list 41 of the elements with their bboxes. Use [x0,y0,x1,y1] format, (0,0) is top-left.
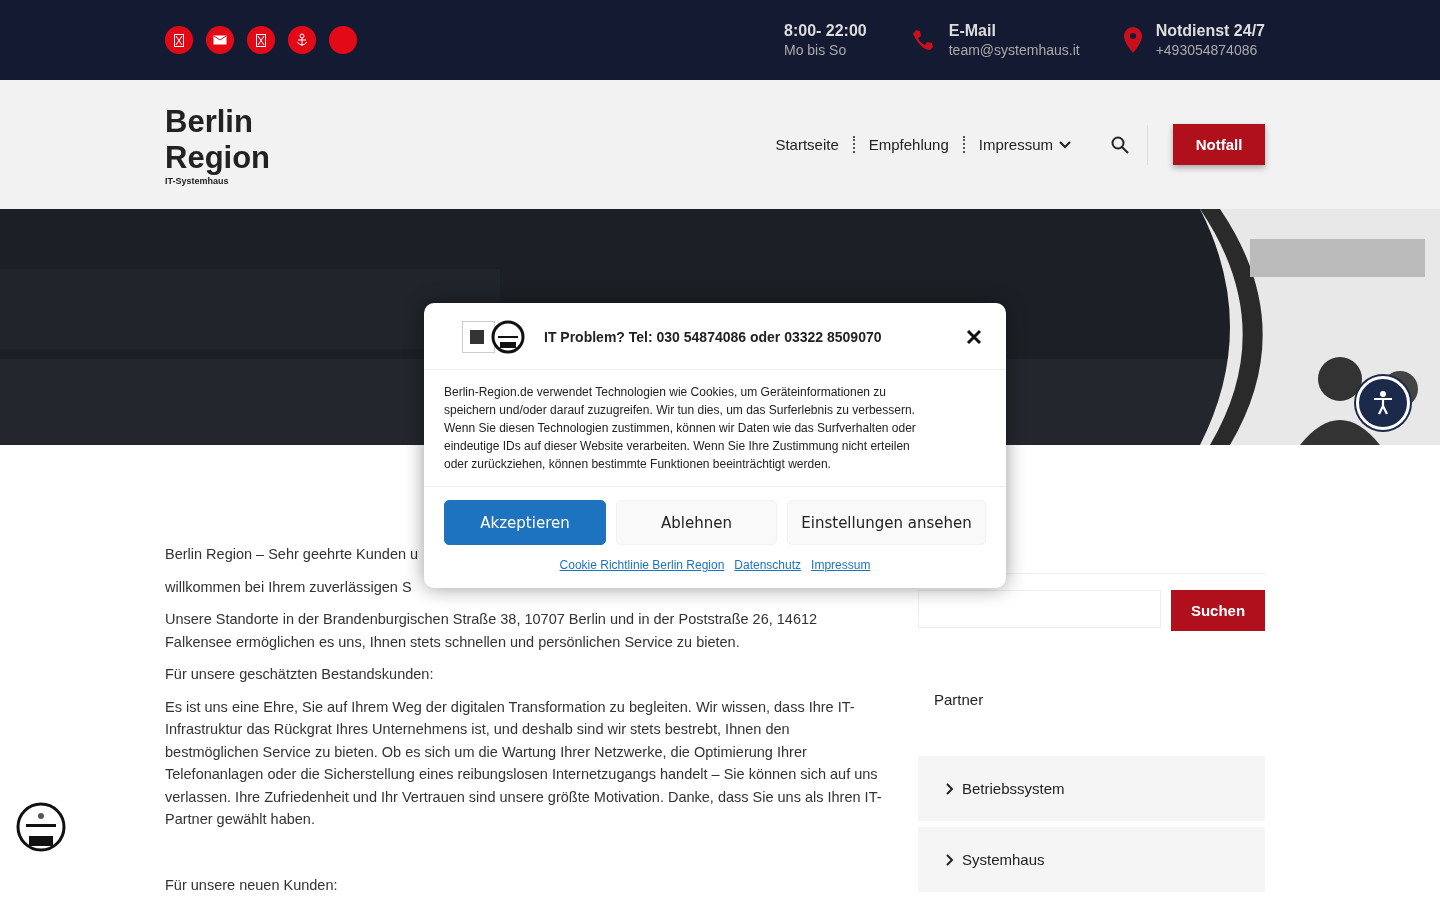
accessibility-icon [1371,390,1395,416]
mail-icon[interactable] [206,26,234,54]
paragraph: Unsere Standorte in der Brandenburgischen Straße 38, 10707 Berlin und in der Poststraße 26, 14612 Falkensee ermöglichen es uns, Ihnen stets schnellen und persönlichen Service zu bieten. [165,610,819,652]
site-logo[interactable]: Berlin Region [165,103,275,176]
consent-button[interactable]: Ablehnen [616,500,777,545]
info-title: E-Mail [948,22,997,40]
company-logo-icon [462,319,526,355]
search-field[interactable] [918,590,1161,628]
info-title: Notdienst 24/7 [1155,22,1265,40]
consent-button[interactable]: Akzeptieren [444,500,606,545]
nav-link[interactable]: Startseite [761,136,853,153]
policy-link[interactable]: Impressum [811,558,871,572]
chevron-right-icon [946,782,954,795]
nav-link[interactable]: Impressum [962,136,1085,153]
circle-icon[interactable] [329,26,357,54]
chevron-right-icon [946,853,954,866]
accordion-item[interactable]: Systemhaus [918,827,1265,892]
paragraph: willkommen bei Ihrem zuverlässigen S [165,577,412,597]
consent-button[interactable]: Einstellungen ansehen [787,500,986,545]
paragraph: Für unsere geschätzten Bestandskunden: [165,665,434,684]
policy-link[interactable]: Datenschutz [734,558,802,572]
info-subtitle: +493054874086 [1155,42,1259,58]
site-tagline: IT-Systemhaus [165,175,230,186]
info-subtitle: Mo bis So [784,42,848,58]
cookie-text: Berlin-Region.de verwendet Technologien wie Cookies, um Geräteinformationen zu speichern und/oder darauf zuzugreifen. Wir tun dies, um das Surferlebnis zu verbessern. Wenn Sie diesen Technologien zustimmen, können wir Daten wie das Surfverhalten oder eindeutige IDs auf dieser Website verarbeiten. Wenn Sie Ihre Zustimmung nicht erteilen oder zurückziehen, können bestimmte Funktionen beeinträchtigt werden. [424,370,1006,487]
policy-link[interactable]: Cookie Richtlinie Berlin Region [559,558,725,572]
anchor-icon[interactable] [288,26,316,54]
search-icon[interactable] [1111,135,1129,154]
search-button[interactable]: Suchen [1171,590,1265,631]
paragraph: Berlin Region – Sehr geehrte Kunden u [165,545,419,564]
dialog-title: IT Problem? Tel: 030 54874086 oder 03322 8509070 [544,329,883,345]
info-subtitle: team@systemhaus.it [948,42,1080,58]
nav-link[interactable]: Empfehlung [852,136,963,153]
emergency-button[interactable]: Notfall [1173,124,1265,165]
info-title: 8:00- 22:00 [784,22,867,40]
paragraph: Es ist uns eine Ehre, Sie auf Ihrem Weg der digitalen Transformation zu begleiten. Wir wissen, dass Ihre IT-Infrastruktur das Rückgrat Ihres Unternehmens ist, und deshalb sind wir stets bestrebt, Ihnen den bestmöglichen Service zu bieten. Ob es sich um die Wartung Ihrer Netzwerke, die Optimierung Ihrer Telefonanlagen oder die Sicherstellung eines reibungslosen Internetzugangs handelt – Sie können sich auf uns verlassen. Ihre Zufriedenheit und Ihr Vertrauen sind unsere größte Motivation. Danke, dass Sie uns als Ihren IT-Partner gewählt haben. [165,697,883,829]
map-pin-icon [1123,27,1142,53]
accordion-item[interactable]: Betriebssystem [918,756,1265,821]
phone-icon [910,28,935,52]
widget-heading: Partner [933,690,985,710]
paragraph: Für unsere neuen Kunden: [165,875,338,895]
